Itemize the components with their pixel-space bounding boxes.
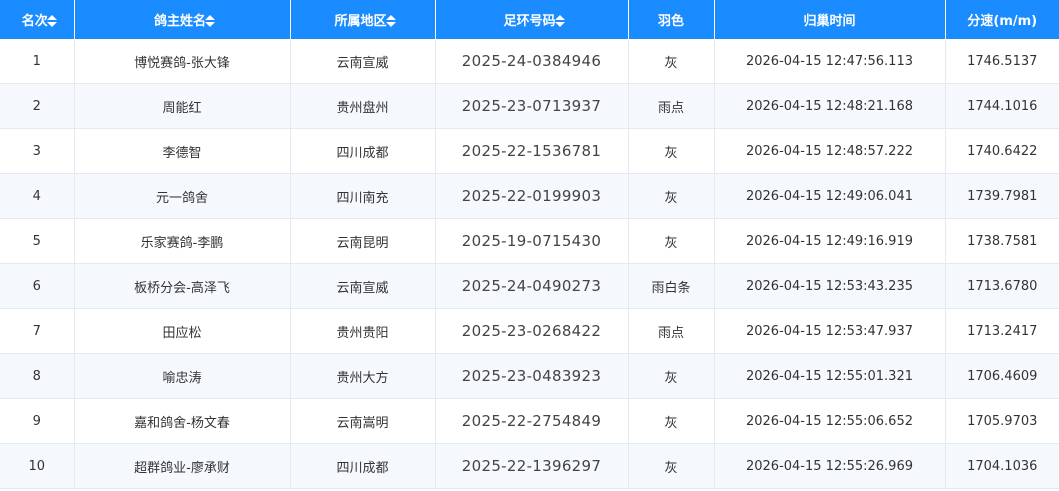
table-row: 3 李德智 四川成都 2025-22-1536781 灰 2026-04-15 … [0, 128, 1059, 174]
cell-speed: 1713.2417 [945, 308, 1059, 354]
table-row: 4 元一鸽舍 四川南充 2025-22-0199903 灰 2026-04-15… [0, 173, 1059, 219]
cell-region: 四川南充 [290, 173, 436, 219]
cell-color: 雨点 [628, 308, 715, 354]
col-color: 羽色 [628, 0, 715, 39]
col-arrival-label: 归巢时间 [803, 14, 856, 29]
cell-owner: 周能红 [74, 83, 291, 129]
col-rank[interactable]: 名次 [0, 0, 75, 39]
cell-ring: 2025-22-2754849 [435, 398, 629, 444]
cell-owner: 嘉和鸽舍-杨文春 [74, 398, 291, 444]
cell-ring: 2025-22-1536781 [435, 128, 629, 174]
cell-color: 灰 [628, 128, 715, 174]
cell-owner: 田应松 [74, 308, 291, 354]
cell-owner: 李德智 [74, 128, 291, 174]
cell-color: 灰 [628, 443, 715, 489]
cell-speed: 1706.4609 [945, 353, 1059, 399]
cell-rank: 10 [0, 443, 75, 489]
cell-speed: 1739.7981 [945, 173, 1059, 219]
table-row: 10 超群鸽业-廖承财 四川成都 2025-22-1396297 灰 2026-… [0, 443, 1059, 489]
cell-arrival: 2026-04-15 12:55:26.969 [714, 443, 946, 489]
cell-owner: 喻忠涛 [74, 353, 291, 399]
col-ring-label: 足环号码 [503, 14, 556, 29]
col-region-label: 所属地区 [334, 14, 387, 29]
cell-region: 贵州贵阳 [290, 308, 436, 354]
cell-arrival: 2026-04-15 12:53:47.937 [714, 308, 946, 354]
cell-owner: 板桥分会-高泽飞 [74, 263, 291, 309]
cell-speed: 1740.6422 [945, 128, 1059, 174]
cell-owner: 博悦赛鸽-张大锋 [74, 39, 291, 84]
cell-ring: 2025-23-0713937 [435, 83, 629, 129]
cell-arrival: 2026-04-15 12:49:06.041 [714, 173, 946, 219]
cell-arrival: 2026-04-15 12:55:01.321 [714, 353, 946, 399]
cell-rank: 9 [0, 398, 75, 444]
cell-arrival: 2026-04-15 12:48:57.222 [714, 128, 946, 174]
col-arrival: 归巢时间 [714, 0, 946, 39]
col-region[interactable]: 所属地区 [290, 0, 436, 39]
cell-arrival: 2026-04-15 12:55:06.652 [714, 398, 946, 444]
cell-rank: 2 [0, 83, 75, 129]
cell-rank: 8 [0, 353, 75, 399]
col-color-label: 羽色 [657, 14, 684, 29]
col-owner-label: 鸽主姓名 [153, 14, 206, 29]
col-rank-label: 名次 [21, 14, 48, 29]
cell-ring: 2025-23-0483923 [435, 353, 629, 399]
cell-speed: 1738.7581 [945, 218, 1059, 264]
cell-rank: 7 [0, 308, 75, 354]
cell-color: 灰 [628, 173, 715, 219]
cell-owner: 超群鸽业-廖承财 [74, 443, 291, 489]
cell-rank: 3 [0, 128, 75, 174]
cell-arrival: 2026-04-15 12:53:43.235 [714, 263, 946, 309]
cell-region: 贵州盘州 [290, 83, 436, 129]
cell-color: 灰 [628, 353, 715, 399]
cell-rank: 4 [0, 173, 75, 219]
cell-arrival: 2026-04-15 12:48:21.168 [714, 83, 946, 129]
cell-region: 贵州大方 [290, 353, 436, 399]
cell-ring: 2025-22-1396297 [435, 443, 629, 489]
table-row: 9 嘉和鸽舍-杨文春 云南嵩明 2025-22-2754849 灰 2026-0… [0, 398, 1059, 444]
cell-region: 云南宣威 [290, 39, 436, 84]
table-row: 2 周能红 贵州盘州 2025-23-0713937 雨点 2026-04-15… [0, 83, 1059, 129]
cell-rank: 1 [0, 39, 75, 84]
cell-arrival: 2026-04-15 12:49:16.919 [714, 218, 946, 264]
cell-region: 云南嵩明 [290, 398, 436, 444]
cell-color: 灰 [628, 39, 715, 84]
table-row: 8 喻忠涛 贵州大方 2025-23-0483923 灰 2026-04-15 … [0, 353, 1059, 399]
cell-color: 雨点 [628, 83, 715, 129]
cell-ring: 2025-24-0490273 [435, 263, 629, 309]
cell-speed: 1746.5137 [945, 39, 1059, 84]
table-row: 7 田应松 贵州贵阳 2025-23-0268422 雨点 2026-04-15… [0, 308, 1059, 354]
cell-speed: 1704.1036 [945, 443, 1059, 489]
cell-region: 四川成都 [290, 443, 436, 489]
cell-region: 云南宣威 [290, 263, 436, 309]
col-speed: 分速(m/m) [945, 0, 1059, 39]
cell-arrival: 2026-04-15 12:47:56.113 [714, 39, 946, 84]
results-table: 名次 鸽主姓名 所属地区 足环号码 羽色 归巢时间 分速(m/m) 1 博悦赛鸽… [0, 0, 1059, 489]
cell-speed: 1744.1016 [945, 83, 1059, 129]
cell-color: 灰 [628, 398, 715, 444]
cell-region: 云南昆明 [290, 218, 436, 264]
cell-ring: 2025-22-0199903 [435, 173, 629, 219]
col-speed-label: 分速(m/m) [967, 14, 1038, 29]
cell-ring: 2025-23-0268422 [435, 308, 629, 354]
table-row: 1 博悦赛鸽-张大锋 云南宣威 2025-24-0384946 灰 2026-0… [0, 39, 1059, 84]
cell-ring: 2025-24-0384946 [435, 39, 629, 84]
cell-owner: 乐家赛鸽-李鹏 [74, 218, 291, 264]
cell-speed: 1705.9703 [945, 398, 1059, 444]
header-row: 名次 鸽主姓名 所属地区 足环号码 羽色 归巢时间 分速(m/m) [0, 0, 1059, 39]
col-owner[interactable]: 鸽主姓名 [74, 0, 291, 39]
cell-rank: 5 [0, 218, 75, 264]
cell-ring: 2025-19-0715430 [435, 218, 629, 264]
table-row: 6 板桥分会-高泽飞 云南宣威 2025-24-0490273 雨白条 2026… [0, 263, 1059, 309]
table-row: 5 乐家赛鸽-李鹏 云南昆明 2025-19-0715430 灰 2026-04… [0, 218, 1059, 264]
cell-owner: 元一鸽舍 [74, 173, 291, 219]
cell-speed: 1713.6780 [945, 263, 1059, 309]
cell-color: 灰 [628, 218, 715, 264]
col-ring[interactable]: 足环号码 [435, 0, 629, 39]
cell-color: 雨白条 [628, 263, 715, 309]
cell-rank: 6 [0, 263, 75, 309]
cell-region: 四川成都 [290, 128, 436, 174]
